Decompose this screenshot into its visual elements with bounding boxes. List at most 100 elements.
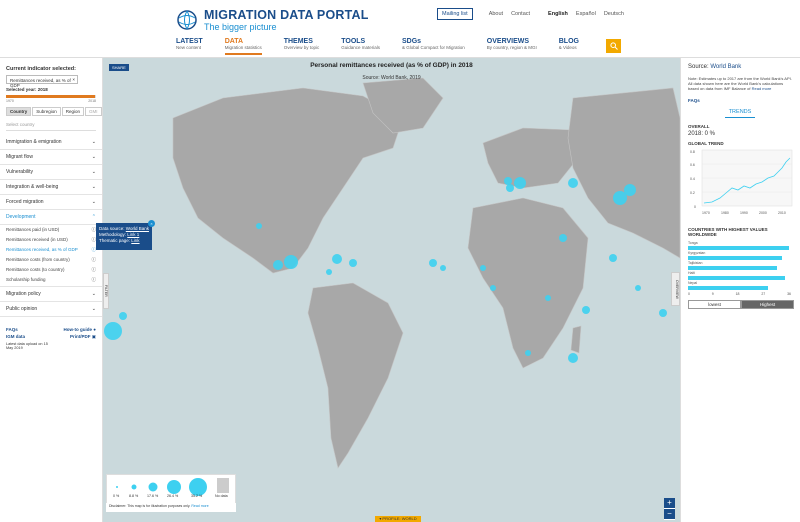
country-bar[interactable] [688,285,769,290]
search-icon [609,42,618,50]
legend-bubble-3 [167,480,181,494]
sub-costs-from[interactable]: Remittance costs (from country) ⓘ [0,255,102,265]
sub-remittances-received[interactable]: Remittances received (in USD) ⓘ [0,235,102,245]
country-bar-row: Tajikistan [688,261,793,270]
sub-costs-to[interactable]: Remittance costs (to country) ⓘ [0,265,102,275]
category-development[interactable]: Development ⌃ [0,210,102,225]
category-label: Migration policy [6,291,41,297]
tab-subregion[interactable]: Subregion [32,107,61,116]
chevron-down-icon: ⌄ [91,169,96,175]
category-label: Forced migration [6,199,44,205]
country-bubble [349,259,357,267]
category-forced-migration[interactable]: Forced migration ⌄ [0,195,102,210]
trend-ytick-4: 0 [694,205,696,209]
popup-method-link[interactable]: Link 1 [127,232,139,237]
lang-espanol[interactable]: Español [576,11,596,17]
country-bubble [273,260,283,270]
info-icon[interactable]: ⓘ [92,267,97,273]
year-slider[interactable] [6,95,96,98]
tab-trends[interactable]: TRENDS [725,109,755,118]
close-icon[interactable]: × [72,77,75,82]
sub-label: Remittance costs (to country) [6,267,65,272]
country-bubble [332,254,342,264]
question-icon[interactable]: ● [93,327,96,332]
country-bubble [568,178,578,188]
howto-link[interactable]: How-to guide [64,327,93,332]
nav-overviews-title: OVERVIEWS [486,38,530,45]
note-read-more[interactable]: Read more [752,86,772,91]
print-link[interactable]: Print/PDF [70,334,91,339]
sub-remittances-paid[interactable]: Remittances paid (in USD) ⓘ [0,225,102,235]
close-icon[interactable]: × [148,220,155,227]
nav-sdgs[interactable]: SDGs & Global Compact for Migration [402,38,465,55]
lang-deutsch[interactable]: Deutsch [604,11,624,17]
mailing-list-button[interactable]: Mailing list [437,8,473,20]
nav-tools-title: TOOLS [341,38,366,45]
tab-country[interactable]: Country [6,107,32,116]
country-bar[interactable] [688,265,777,270]
zoom-out-button[interactable]: − [664,509,675,520]
top-navigation: Mailing list About Contact English Españ… [429,8,624,20]
category-migrant-flow[interactable]: Migrant flow ⌄ [0,150,102,165]
category-public-opinion[interactable]: Public opinion ⌄ [0,302,102,317]
trend-xtick-3: 2000 [759,211,767,215]
bar-axis-0: 0 [688,291,690,296]
about-link[interactable]: About [489,11,503,17]
nav-data[interactable]: DATA Migration statistics [224,38,262,55]
nav-blog-title: BLOG [558,38,579,45]
trend-ytick-3: 0.2 [690,191,695,195]
igm-link[interactable]: IGM data [6,334,25,340]
category-migration-policy[interactable]: Migration policy ⌄ [0,287,102,302]
nav-overviews[interactable]: OVERVIEWS By country, region & MGI [487,38,537,55]
tab-region[interactable]: Region [61,107,85,116]
bar-axis-1: 9 [711,291,714,296]
highest-button[interactable]: Highest [741,299,794,309]
nav-blog[interactable]: BLOG & Videos [559,38,579,55]
category-immigration[interactable]: Immigration & emigration ⌄ [0,135,102,150]
nav-tools[interactable]: TOOLS Guidance materials [341,38,380,55]
map-title: Personal remittances received (as % of G… [310,62,473,69]
search-button[interactable] [606,39,621,53]
zoom-in-button[interactable]: + [664,498,675,509]
read-more-link[interactable]: Read more [191,504,208,508]
faqs-link[interactable]: FAQs [6,327,18,332]
trend-xtick-1: 1980 [721,211,729,215]
print-icon[interactable]: ▣ [92,334,96,339]
popup-source-link[interactable]: World Bank [126,226,149,231]
chevron-down-icon: ⌄ [91,199,96,205]
filter-tab[interactable]: FILTER [103,273,109,309]
country-bubble [256,223,262,229]
faqs-link[interactable]: FAQs [688,98,793,103]
contact-link[interactable]: Contact [511,11,530,17]
source-link[interactable]: World Bank [710,64,741,70]
info-icon[interactable]: ⓘ [92,257,97,263]
sub-remittances-gdp[interactable]: Remittances received, as % of GDP ⓘ [0,245,102,255]
country-bar[interactable] [688,275,786,280]
chevron-down-icon: ⌄ [91,154,96,160]
nav-themes[interactable]: THEMES Overview by topic [284,38,320,55]
overview-tab[interactable]: OVERVIEW [671,272,680,306]
category-vulnerability[interactable]: Vulnerability ⌄ [0,165,102,180]
info-icon[interactable]: ⓘ [92,277,97,283]
category-integration[interactable]: Integration & well-being ⌄ [0,180,102,195]
legend-label-4: 35.2 % [191,494,203,498]
country-bar[interactable] [688,255,783,260]
tab-gmi[interactable]: GMI [85,107,102,116]
sub-scholarship[interactable]: Scholarship funding ⓘ [0,275,102,287]
profile-world-tab[interactable]: ▾ PROFILE: WORLD [375,516,421,522]
global-trend-heading: GLOBAL TREND [688,140,724,146]
legend-bubble-1 [131,484,137,490]
indicator-selector[interactable]: Remittances received, as % of GDP × [6,75,78,88]
country-bar[interactable] [688,245,789,250]
site-logo[interactable]: MIGRATION DATA PORTAL The bigger picture [176,8,369,32]
legend-bubbles [116,478,229,496]
lang-english[interactable]: English [548,11,568,17]
world-map[interactable]: SHARE Personal remittances received (as … [103,58,680,522]
country-search-input[interactable]: Select country [6,119,96,131]
nav-latest[interactable]: LATEST New content [176,38,203,55]
lowest-button[interactable]: lowest [688,299,741,309]
category-label: Integration & well-being [6,184,59,190]
disclaimer-text: Disclaimer: This map is for illustration… [109,504,191,508]
popup-thematic-link[interactable]: Link [131,238,139,243]
main-navigation: LATEST New content DATA Migration statisti… [176,38,601,55]
